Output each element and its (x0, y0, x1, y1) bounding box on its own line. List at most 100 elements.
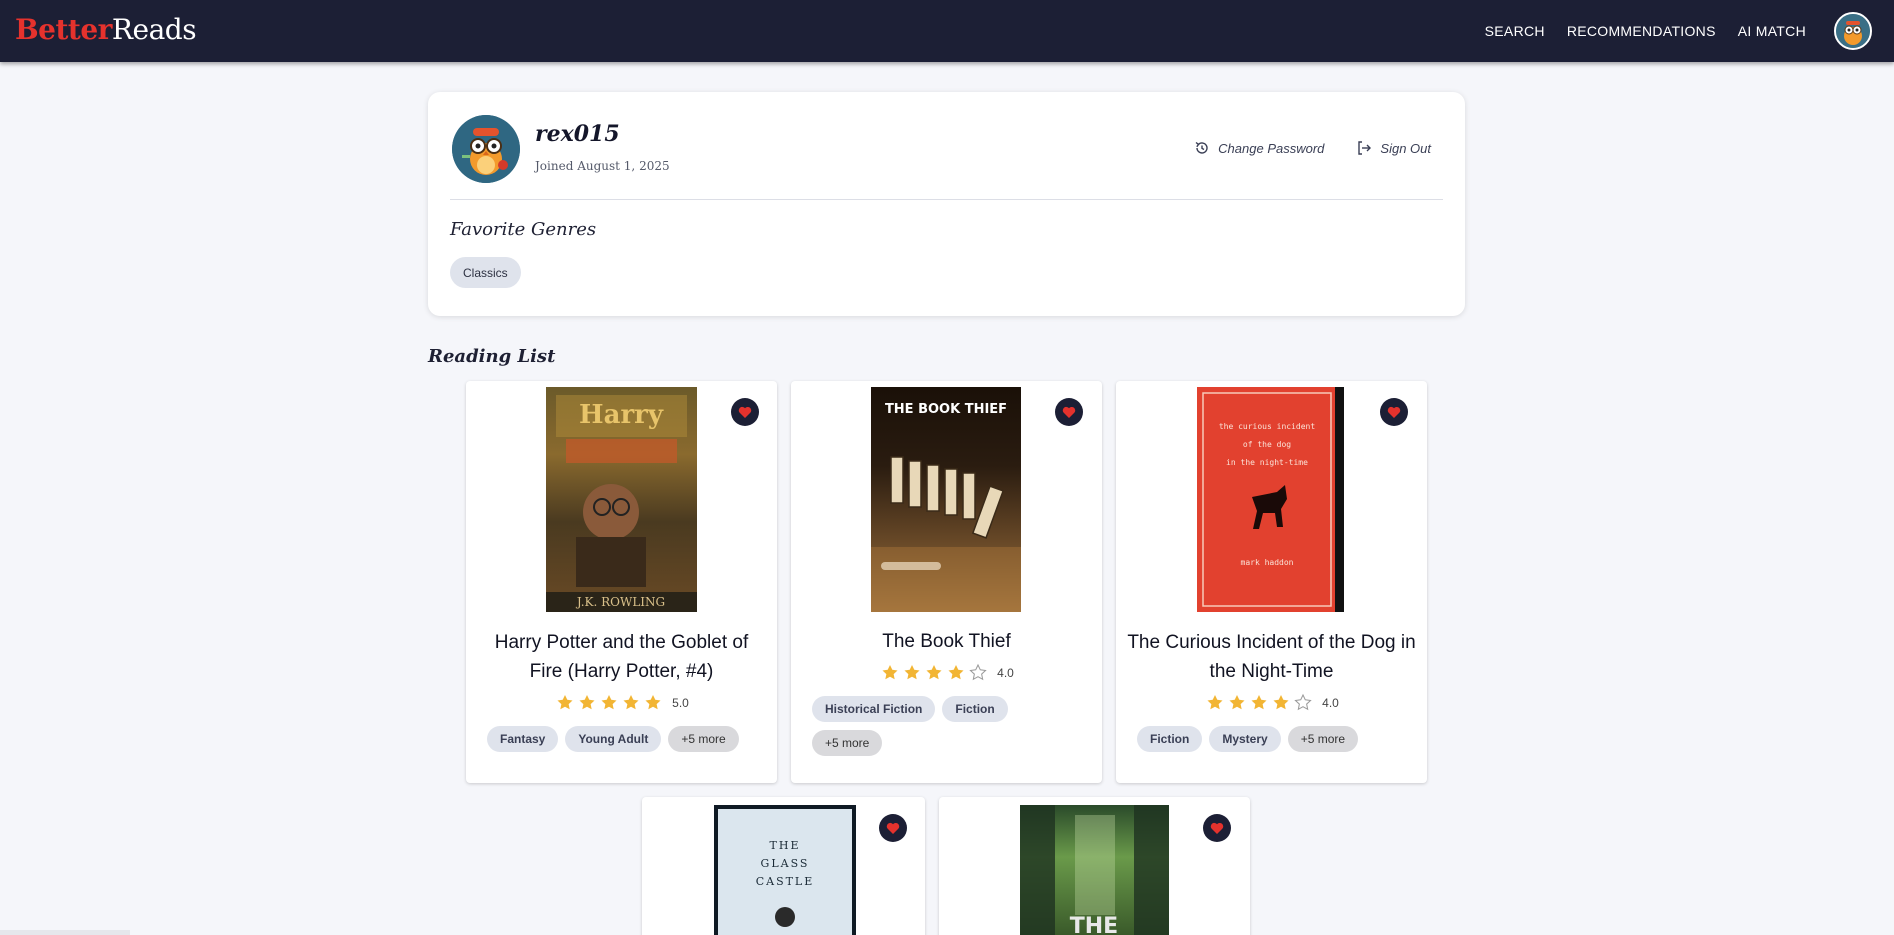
genre-chips: Historical Fiction Fiction +5 more (812, 696, 1081, 756)
star-empty-icon (1294, 693, 1312, 711)
logo-reads: Reads (111, 13, 197, 46)
favorite-heart-button[interactable] (1380, 398, 1408, 426)
book-title[interactable]: The Curious Incident of the Dog in the N… (1126, 628, 1417, 686)
star-filled-icon (1251, 694, 1267, 710)
genre-chip: Fiction (1137, 726, 1203, 752)
logo-better: Better (15, 13, 112, 46)
betterreads-logo[interactable]: BetterReads (15, 13, 197, 46)
genre-chips: Fiction Mystery +5 more (1137, 726, 1406, 752)
genre-chip: Historical Fiction (812, 696, 936, 722)
profile-joined-date: Joined August 1, 2025 (535, 159, 670, 173)
profile-card: rex015 Joined August 1, 2025 Change Pass… (428, 92, 1465, 316)
star-rating: 4.0 (791, 663, 1102, 682)
book-card[interactable]: the curious incident of the dog in the n… (1116, 381, 1427, 783)
heart-icon (1210, 822, 1224, 834)
glass-castle-cover-art: THE GLASS CASTLE (718, 809, 852, 935)
star-filled-icon (882, 664, 898, 680)
genre-chip: Young Adult (565, 726, 662, 752)
book-title[interactable]: Harry Potter and the Goblet of Fire (Har… (476, 628, 767, 686)
star-filled-icon (601, 694, 617, 710)
change-password-label: Change Password (1218, 140, 1325, 156)
history-reset-icon (1195, 141, 1208, 154)
favorite-heart-button[interactable] (1055, 398, 1083, 426)
profile-divider (450, 199, 1443, 200)
star-empty-icon (969, 663, 987, 681)
book-cover-image[interactable]: Harry J.K. ROWLING (546, 387, 697, 612)
favorite-genre-chip: Classics (450, 257, 521, 288)
more-genres-chip[interactable]: +5 more (1287, 726, 1359, 752)
star-filled-icon (623, 694, 639, 710)
book-cover-image[interactable]: THE BOOK THIEF (871, 387, 1021, 612)
genre-chip: Fiction (942, 696, 1008, 722)
favorite-heart-button[interactable] (879, 814, 907, 842)
svg-text:the curious incident: the curious incident (1219, 422, 1316, 431)
star-filled-icon (948, 664, 964, 680)
star-filled-icon (904, 664, 920, 680)
owl-avatar-icon (452, 115, 520, 183)
genre-chip: Mystery (1209, 726, 1281, 752)
book-title[interactable]: The Book Thief (801, 627, 1092, 656)
book-card[interactable]: THE GLASS CASTLE (642, 797, 925, 935)
sign-out-icon (1358, 141, 1372, 155)
book-card[interactable]: THE BOOK THIEF The Book Thief 4.0 Histor… (791, 381, 1102, 783)
book-card[interactable]: Harry J.K. ROWLING Harry Potter and the … (466, 381, 777, 783)
stars-container (879, 663, 989, 682)
star-filled-icon (1273, 694, 1289, 710)
nav-links: SEARCH RECOMMENDATIONS AI MATCH (1485, 0, 1894, 62)
star-filled-icon (926, 664, 942, 680)
profile-avatar (452, 115, 520, 183)
heart-icon (1062, 406, 1076, 418)
svg-text:in the night-time: in the night-time (1226, 458, 1308, 467)
genre-chip: Fantasy (487, 726, 559, 752)
profile-username: rex015 (535, 121, 620, 147)
heart-icon (738, 406, 752, 418)
star-rating: 4.0 (1116, 693, 1427, 712)
book-cover-image[interactable]: THE (1020, 805, 1169, 935)
change-password-button[interactable]: Change Password (1194, 140, 1324, 156)
sign-out-button[interactable]: Sign Out (1356, 140, 1431, 156)
star-filled-icon (1229, 694, 1245, 710)
star-filled-icon (579, 694, 595, 710)
svg-text:of the dog: of the dog (1243, 440, 1291, 449)
favorite-heart-button[interactable] (731, 398, 759, 426)
star-filled-icon (645, 694, 661, 710)
star-filled-icon (1207, 694, 1223, 710)
svg-text:THE BOOK THIEF: THE BOOK THIEF (885, 402, 1007, 417)
more-genres-chip[interactable]: +5 more (812, 730, 883, 756)
nav-ai-match-link[interactable]: AI MATCH (1738, 23, 1806, 39)
genre-chips: Fantasy Young Adult +5 more (487, 726, 756, 752)
svg-text:THE: THE (770, 839, 801, 852)
favorite-heart-button[interactable] (1203, 814, 1231, 842)
heart-icon (1387, 406, 1401, 418)
star-rating: 5.0 (466, 693, 777, 712)
favorite-genres-title: Favorite Genres (450, 219, 597, 240)
user-avatar-button[interactable] (1834, 12, 1872, 50)
svg-text:mark haddon: mark haddon (1241, 558, 1294, 567)
book-cover-image[interactable]: THE GLASS CASTLE (714, 805, 856, 935)
top-navbar: BetterReads SEARCH RECOMMENDATIONS AI MA… (0, 0, 1894, 62)
reading-list-title: Reading List (428, 346, 556, 367)
nav-search-link[interactable]: SEARCH (1485, 23, 1545, 39)
svg-text:THE: THE (1070, 914, 1118, 935)
svg-text:J.K. ROWLING: J.K. ROWLING (575, 595, 665, 609)
maze-runner-cover-art: THE (1020, 805, 1169, 935)
curious-incident-cover-art: the curious incident of the dog in the n… (1202, 387, 1344, 612)
book-card[interactable]: THE (939, 797, 1250, 935)
stars-container (554, 693, 664, 712)
book-thief-cover-art: THE BOOK THIEF (871, 402, 1021, 612)
account-actions: Change Password Sign Out (1162, 140, 1431, 156)
stars-container (1204, 693, 1314, 712)
rating-value: 4.0 (1322, 695, 1339, 710)
svg-text:GLASS: GLASS (761, 857, 810, 870)
rating-value: 5.0 (672, 695, 689, 710)
star-filled-icon (557, 694, 573, 710)
sign-out-label: Sign Out (1380, 140, 1431, 156)
svg-text:CASTLE: CASTLE (756, 875, 815, 888)
nav-recommendations-link[interactable]: RECOMMENDATIONS (1567, 23, 1716, 39)
bottom-scroll-shadow (0, 930, 130, 935)
book-cover-image[interactable]: the curious incident of the dog in the n… (1197, 387, 1344, 612)
svg-text:Harry: Harry (579, 400, 664, 430)
rating-value: 4.0 (997, 665, 1014, 680)
owl-avatar-icon (1836, 14, 1870, 48)
more-genres-chip[interactable]: +5 more (668, 726, 739, 752)
